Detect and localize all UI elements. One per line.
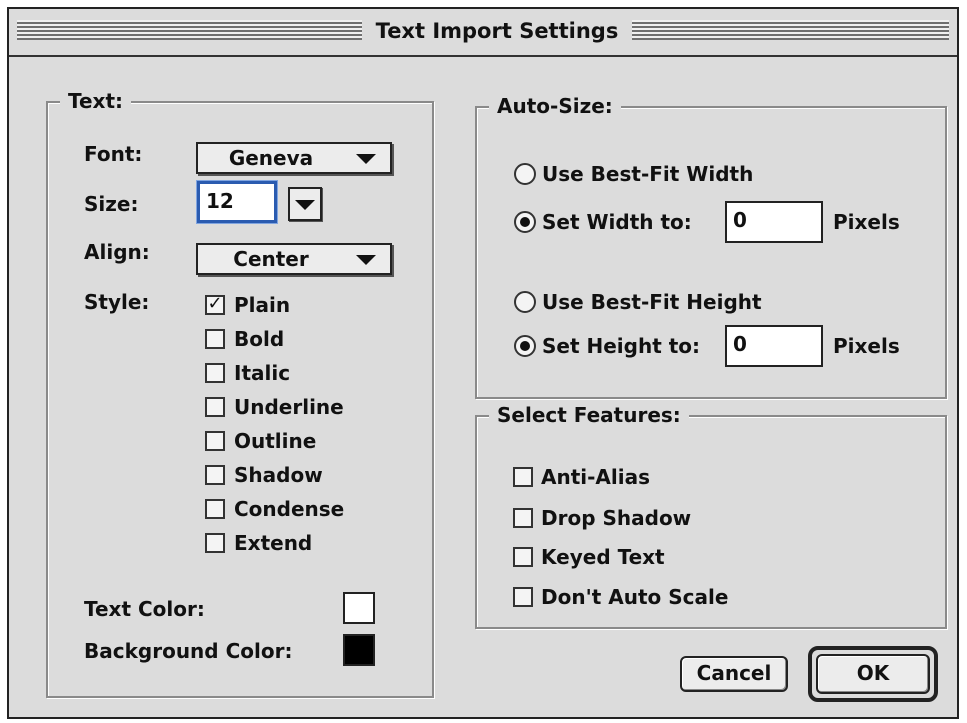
- triangle-down-icon: [356, 255, 376, 265]
- italic-label: Italic: [234, 361, 291, 385]
- height-input[interactable]: 0: [725, 325, 823, 367]
- title-bar-stripes-right: [632, 20, 949, 40]
- features-group: Select Features: Anti-Alias Drop Shadow …: [475, 402, 947, 629]
- set-height-label: Set Height to:: [542, 334, 701, 358]
- anti-alias-checkbox[interactable]: [513, 467, 533, 487]
- keyed-text-label: Keyed Text: [541, 545, 665, 569]
- cancel-button[interactable]: Cancel: [680, 656, 788, 692]
- width-unit-label: Pixels: [833, 210, 900, 234]
- align-label: Align:: [84, 240, 150, 264]
- background-color-label: Background Color:: [84, 639, 293, 663]
- text-color-label: Text Color:: [84, 597, 205, 621]
- ok-button[interactable]: OK: [816, 654, 930, 694]
- size-label: Size:: [84, 192, 139, 216]
- autosize-group-title: Auto-Size:: [489, 93, 621, 119]
- text-color-swatch[interactable]: [343, 592, 375, 624]
- size-input[interactable]: 12: [197, 181, 277, 223]
- set-width-label: Set Width to:: [542, 210, 692, 234]
- keyed-text-checkbox[interactable]: [513, 547, 533, 567]
- outline-checkbox[interactable]: [205, 431, 225, 451]
- set-height-radio[interactable]: [514, 335, 536, 357]
- features-group-title: Select Features:: [489, 402, 689, 428]
- align-popup-value: Center: [233, 247, 309, 271]
- best-fit-height-label: Use Best-Fit Height: [542, 290, 762, 314]
- font-popup-value: Geneva: [228, 146, 314, 170]
- triangle-down-icon: [356, 154, 376, 164]
- height-unit-label: Pixels: [833, 334, 900, 358]
- dont-auto-scale-label: Don't Auto Scale: [541, 585, 729, 609]
- shadow-label: Shadow: [234, 463, 323, 487]
- window-title: Text Import Settings: [375, 19, 619, 43]
- underline-label: Underline: [234, 395, 344, 419]
- plain-checkbox[interactable]: ✓: [205, 295, 225, 315]
- dont-auto-scale-checkbox[interactable]: [513, 587, 533, 607]
- shadow-checkbox[interactable]: [205, 465, 225, 485]
- title-bar-stripes-left: [17, 20, 362, 40]
- extend-checkbox[interactable]: [205, 533, 225, 553]
- text-group-title: Text:: [60, 88, 132, 114]
- best-fit-width-label: Use Best-Fit Width: [542, 162, 754, 186]
- outline-label: Outline: [234, 429, 317, 453]
- underline-checkbox[interactable]: [205, 397, 225, 417]
- extend-label: Extend: [234, 531, 313, 555]
- set-width-radio[interactable]: [514, 211, 536, 233]
- style-label: Style:: [84, 290, 150, 314]
- font-popup[interactable]: Geneva: [196, 142, 392, 174]
- best-fit-width-radio[interactable]: [514, 163, 536, 185]
- bold-label: Bold: [234, 327, 285, 351]
- drop-shadow-label: Drop Shadow: [541, 506, 692, 530]
- background-color-swatch[interactable]: [343, 634, 375, 666]
- bold-checkbox[interactable]: [205, 329, 225, 349]
- italic-checkbox[interactable]: [205, 363, 225, 383]
- drop-shadow-checkbox[interactable]: [513, 508, 533, 528]
- anti-alias-label: Anti-Alias: [541, 465, 651, 489]
- condense-label: Condense: [234, 497, 345, 521]
- font-label: Font:: [84, 142, 143, 166]
- autosize-group: Auto-Size: Use Best-Fit Width Set Width …: [475, 93, 947, 399]
- width-input[interactable]: 0: [725, 201, 823, 243]
- align-popup[interactable]: Center: [196, 243, 392, 275]
- title-bar[interactable]: Text Import Settings: [9, 9, 957, 57]
- condense-checkbox[interactable]: [205, 499, 225, 519]
- best-fit-height-radio[interactable]: [514, 291, 536, 313]
- plain-label: Plain: [234, 293, 291, 317]
- text-group: Text: Font: Geneva Size: 12 Align: Cente…: [46, 88, 434, 698]
- size-menu-button[interactable]: [288, 187, 322, 221]
- check-icon: ✓: [207, 293, 223, 314]
- triangle-down-icon: [295, 200, 315, 210]
- dialog-window: Text Import Settings Text: Font: Geneva …: [7, 7, 959, 719]
